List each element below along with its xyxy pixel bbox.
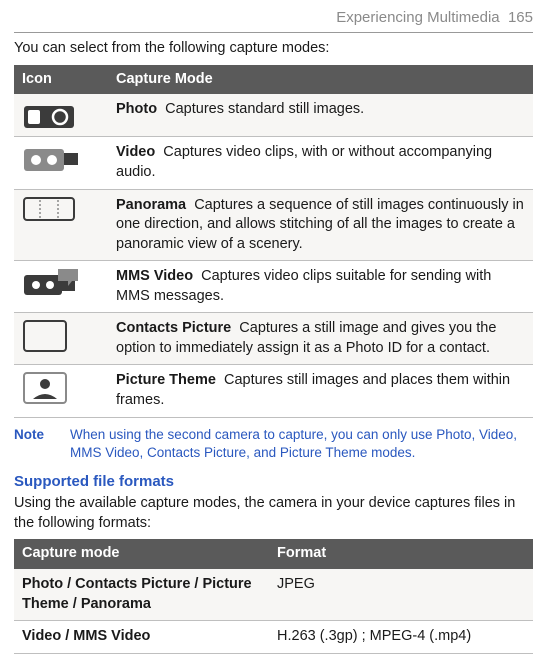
icon-cell	[14, 261, 108, 313]
section-body: Using the available capture modes, the c…	[14, 494, 533, 533]
icon-cell	[14, 189, 108, 261]
table-row: Video Captures video clips, with or with…	[14, 137, 533, 189]
mode-desc: Captures video clips, with or without ac…	[116, 144, 492, 180]
intro-text: You can select from the following captur…	[14, 39, 533, 59]
section-title: Supported file formats	[14, 472, 533, 492]
format-mode: Photo / Contacts Picture / Picture Theme…	[14, 569, 269, 621]
table-row: Photo Captures standard still images.	[14, 94, 533, 137]
page-header: Experiencing Multimedia 165	[14, 8, 533, 33]
table-row: MMS Video Captures video clips suitable …	[14, 261, 533, 313]
note-text: When using the second camera to capture,…	[70, 426, 533, 462]
mode-name: MMS Video	[116, 268, 193, 284]
col-format-header: Format	[269, 539, 533, 569]
table-row: Picture Theme Captures still images and …	[14, 365, 533, 417]
header-page: 165	[508, 9, 533, 26]
header-section: Experiencing Multimedia	[336, 9, 499, 26]
icon-cell	[14, 94, 108, 137]
note-label: Note	[14, 426, 58, 462]
icon-cell	[14, 137, 108, 189]
mode-name: Panorama	[116, 197, 186, 213]
video-mode-icon	[22, 143, 82, 173]
photo-mode-icon	[22, 100, 76, 130]
capture-modes-table: Icon Capture Mode Photo Captures standar…	[14, 65, 533, 418]
mode-name: Contacts Picture	[116, 320, 231, 336]
table-header-row: Capture mode Format	[14, 539, 533, 569]
note-block: Note When using the second camera to cap…	[14, 426, 533, 462]
mode-name: Video	[116, 144, 155, 160]
icon-cell	[14, 365, 108, 417]
mode-desc: Captures standard still images.	[165, 101, 364, 117]
col-icon-header: Icon	[14, 65, 108, 95]
icon-cell	[14, 313, 108, 365]
format-mode: Video / MMS Video	[14, 621, 269, 654]
contacts-picture-mode-icon	[22, 319, 68, 353]
format-value: H.263 (.3gp) ; MPEG-4 (.mp4)	[269, 621, 533, 654]
format-value: JPEG	[269, 569, 533, 621]
mode-name: Picture Theme	[116, 372, 216, 388]
table-row: Contacts Picture Captures a still image …	[14, 313, 533, 365]
formats-table: Capture mode Format Photo / Contacts Pic…	[14, 539, 533, 653]
mode-name: Photo	[116, 101, 157, 117]
col-mode-header: Capture mode	[14, 539, 269, 569]
mms-video-mode-icon	[22, 267, 82, 297]
table-header-row: Icon Capture Mode	[14, 65, 533, 95]
picture-theme-mode-icon	[22, 371, 68, 405]
table-row: Photo / Contacts Picture / Picture Theme…	[14, 569, 533, 621]
table-row: Panorama Captures a sequence of still im…	[14, 189, 533, 261]
col-mode-header: Capture Mode	[108, 65, 533, 95]
table-row: Video / MMS Video H.263 (.3gp) ; MPEG-4 …	[14, 621, 533, 654]
panorama-mode-icon	[22, 196, 76, 222]
